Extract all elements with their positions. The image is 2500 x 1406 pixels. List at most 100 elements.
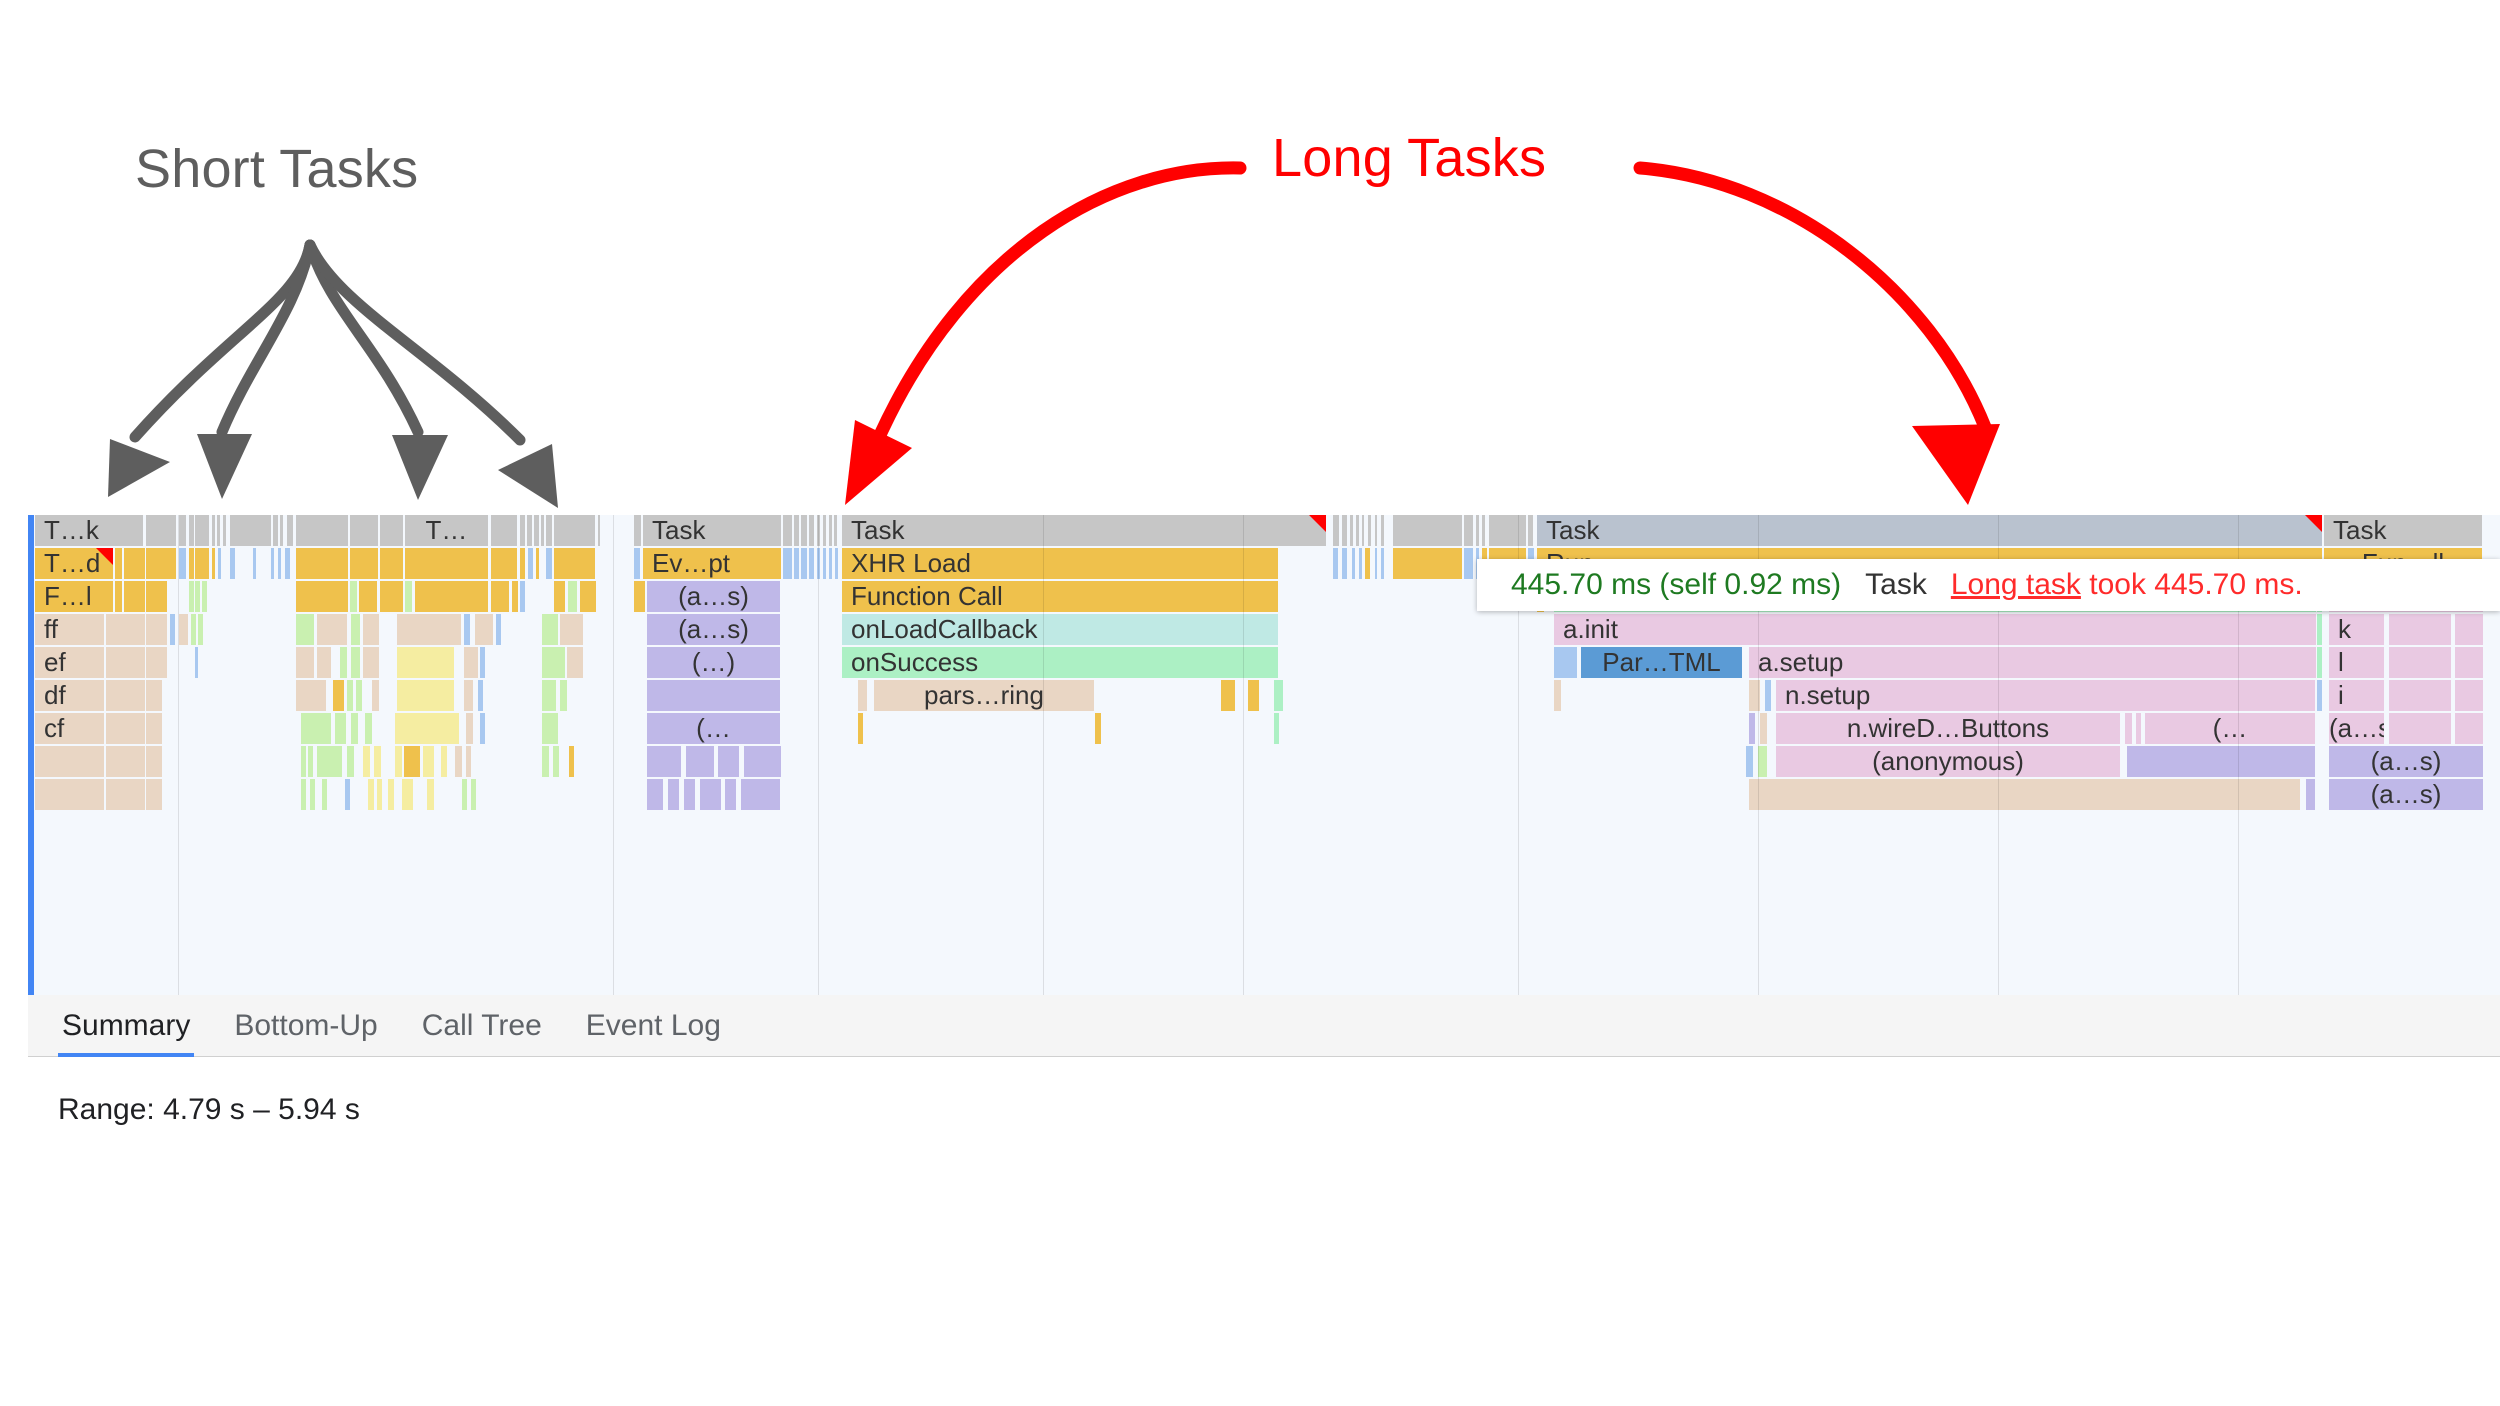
flame-bar[interactable]: [1350, 515, 1353, 546]
flame-bar[interactable]: [801, 548, 807, 579]
flame-bar[interactable]: [195, 647, 198, 678]
flame-bar[interactable]: [471, 779, 476, 810]
flame-bar[interactable]: [280, 515, 283, 546]
tab-call-tree[interactable]: Call Tree: [418, 995, 546, 1057]
flame-bar[interactable]: [415, 581, 488, 612]
flame-bar[interactable]: [2455, 713, 2483, 744]
flame-bar[interactable]: [301, 746, 306, 777]
flame-bar[interactable]: [377, 779, 382, 810]
flame-bar[interactable]: [441, 746, 447, 777]
flame-bar[interactable]: [195, 581, 200, 612]
flame-bar[interactable]: [35, 779, 104, 810]
flame-bar[interactable]: [2455, 680, 2483, 711]
flame-bar[interactable]: [347, 746, 354, 777]
flame-bar[interactable]: [106, 746, 145, 777]
flame-bar[interactable]: [542, 647, 565, 678]
flame-bar[interactable]: [1274, 713, 1279, 744]
flame-bar-labeled[interactable]: Function Call: [842, 581, 1278, 612]
flame-bar[interactable]: [189, 548, 194, 579]
flame-bar[interactable]: [580, 581, 596, 612]
flame-bar[interactable]: [634, 515, 641, 546]
flame-bar[interactable]: [554, 581, 565, 612]
flame-bar[interactable]: [1528, 515, 1533, 546]
flame-bar-labeled[interactable]: n.wireD…Buttons: [1776, 713, 2120, 744]
flame-bar[interactable]: [106, 647, 145, 678]
flame-bar[interactable]: [491, 581, 509, 612]
flame-bar[interactable]: [1375, 515, 1377, 546]
flame-bar[interactable]: [1333, 548, 1338, 579]
flame-bar[interactable]: [359, 581, 377, 612]
flame-bar[interactable]: [397, 614, 461, 645]
flame-bar-labeled[interactable]: l: [2329, 647, 2384, 678]
flame-bar[interactable]: [198, 614, 203, 645]
flame-bar[interactable]: [212, 515, 215, 546]
flame-bar[interactable]: [253, 548, 256, 579]
flame-bar[interactable]: [351, 647, 360, 678]
flame-bar-labeled[interactable]: Task: [842, 515, 1326, 546]
flame-bar[interactable]: [350, 548, 378, 579]
flame-bar[interactable]: [374, 746, 381, 777]
flame-bar[interactable]: [478, 680, 483, 711]
drawer-tabbar[interactable]: Summary Bottom-Up Call Tree Event Log: [28, 995, 2500, 1057]
flame-bar[interactable]: [212, 548, 215, 579]
flame-bar[interactable]: [189, 515, 194, 546]
flame-bar-labeled[interactable]: T…k: [35, 515, 143, 546]
flame-bar[interactable]: [480, 647, 485, 678]
flame-bar[interactable]: [520, 581, 525, 612]
flame-bar[interactable]: [1393, 515, 1462, 546]
tab-bottom-up[interactable]: Bottom-Up: [230, 995, 381, 1057]
flame-bar-labeled[interactable]: T…d: [35, 548, 113, 579]
flame-bar[interactable]: [835, 548, 838, 579]
flame-bar[interactable]: [2455, 614, 2483, 645]
flame-bar[interactable]: [823, 548, 826, 579]
flame-bar[interactable]: [2455, 647, 2483, 678]
flame-bar[interactable]: [1381, 515, 1384, 546]
flame-bar[interactable]: [397, 647, 454, 678]
flame-bar[interactable]: [462, 779, 467, 810]
flame-bar-labeled[interactable]: (anonymous): [1776, 746, 2120, 777]
flame-bar[interactable]: [553, 746, 559, 777]
flame-bar[interactable]: [1749, 713, 1755, 744]
flame-bar[interactable]: [541, 515, 544, 546]
flame-bar[interactable]: [1393, 548, 1462, 579]
flame-bar[interactable]: [189, 581, 194, 612]
flame-bar[interactable]: [464, 647, 478, 678]
flame-bar[interactable]: [520, 548, 525, 579]
flame-bar[interactable]: [1342, 548, 1347, 579]
flame-bar[interactable]: [363, 614, 379, 645]
flame-bar[interactable]: [427, 779, 434, 810]
flame-bar[interactable]: [455, 746, 462, 777]
flame-bar-labeled[interactable]: Par…TML: [1581, 647, 1742, 678]
flame-bar[interactable]: [395, 713, 459, 744]
flame-bar[interactable]: [388, 779, 394, 810]
flame-bar[interactable]: [2317, 614, 2322, 645]
flame-bar[interactable]: [340, 647, 347, 678]
flame-bar[interactable]: [146, 515, 176, 546]
flame-bar[interactable]: [1476, 515, 1479, 546]
flame-bar[interactable]: [2127, 746, 2315, 777]
flame-bar[interactable]: [1464, 515, 1473, 546]
flame-bar[interactable]: [464, 614, 470, 645]
flame-bar[interactable]: [356, 680, 362, 711]
flame-bar[interactable]: [106, 614, 145, 645]
flame-bar[interactable]: [1758, 746, 1767, 777]
flame-bar[interactable]: [350, 581, 357, 612]
flame-bar[interactable]: [1489, 515, 1526, 546]
flame-bar-labeled[interactable]: (a…s): [2329, 746, 2483, 777]
flame-bar-labeled[interactable]: i: [2329, 680, 2384, 711]
flame-bar[interactable]: [285, 548, 290, 579]
flame-bar[interactable]: [546, 548, 552, 579]
flame-bar[interactable]: [2389, 647, 2451, 678]
flame-bar-labeled[interactable]: XHR Load: [842, 548, 1278, 579]
flame-bar[interactable]: [1554, 680, 1561, 711]
flame-bar[interactable]: [527, 515, 532, 546]
flame-bar[interactable]: [405, 548, 488, 579]
flame-bar[interactable]: [668, 779, 679, 810]
flame-bar[interactable]: [146, 680, 162, 711]
flame-bar[interactable]: [405, 581, 412, 612]
flame-bar[interactable]: [794, 548, 799, 579]
flame-bar-labeled[interactable]: cf: [35, 713, 104, 744]
flame-bar-labeled[interactable]: Task: [2324, 515, 2482, 546]
flame-bar[interactable]: [191, 614, 196, 645]
flame-bar-labeled[interactable]: onLoadCallback: [842, 614, 1278, 645]
